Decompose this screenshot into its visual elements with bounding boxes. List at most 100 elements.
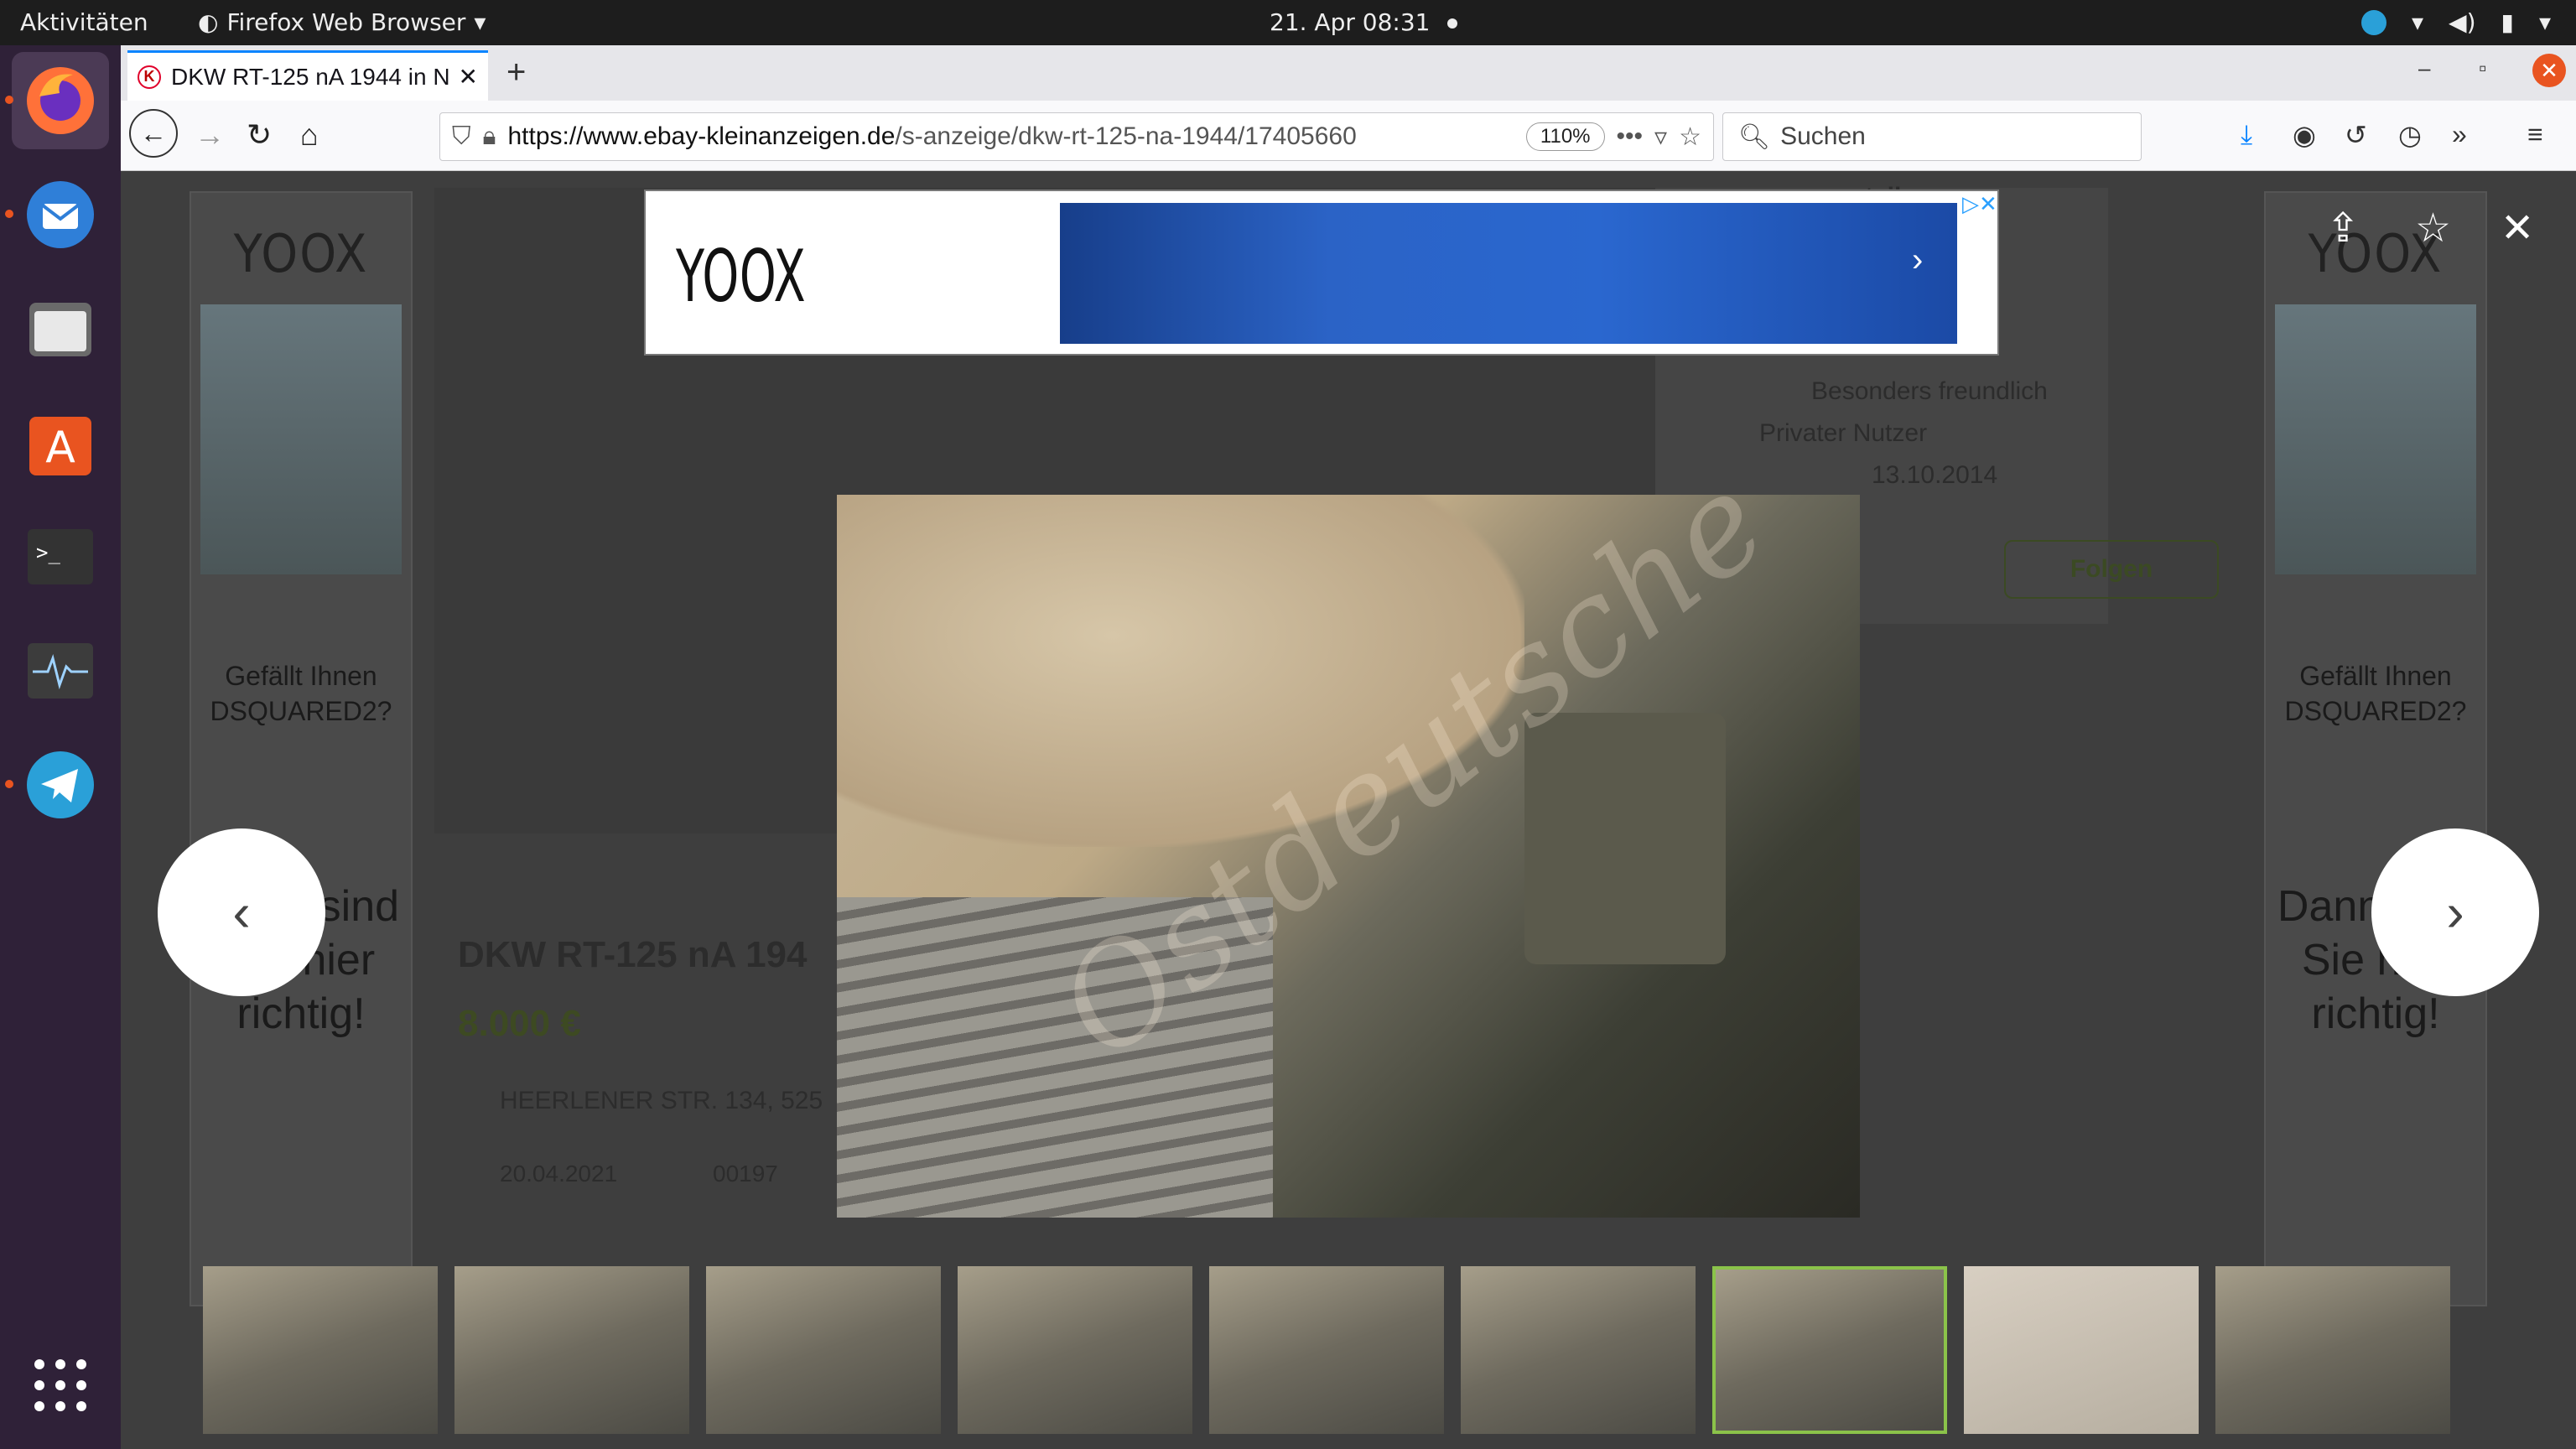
chevron-right-icon: › — [2446, 882, 2464, 943]
thumbnail[interactable] — [2215, 1266, 2450, 1434]
navigation-toolbar: ← → ↻ ⌂ ⛉ 🔒︎ https://www.ebay-kleinanzei… — [121, 101, 2576, 171]
show-applications-icon[interactable] — [12, 1337, 109, 1434]
app-menu[interactable]: ◐ Firefox Web Browser ▾ — [198, 8, 486, 36]
search-bar[interactable]: 🔍︎ Suchen — [1722, 112, 2142, 161]
software-dock-icon[interactable]: A — [12, 394, 109, 491]
ad-brand-logo: YOOX — [676, 235, 807, 319]
volume-icon[interactable]: ◀) — [2449, 8, 2475, 36]
web-page: YOOX Gefällt Ihnen DSQUARED2? Dann sind … — [121, 171, 2576, 1449]
seller-type: Privater Nutzer — [1759, 419, 1928, 447]
tab-bar: K DKW RT-125 nA 1944 in N ✕ + – ▫ ✕ — [121, 45, 2576, 101]
battery-icon[interactable]: ▮ — [2501, 8, 2514, 36]
terminal-dock-icon[interactable]: >_ — [12, 508, 109, 605]
tab-title: DKW RT-125 nA 1944 in N — [171, 63, 449, 90]
listing-title: DKW RT-125 nA 194 — [458, 934, 808, 975]
thunderbird-dock-icon[interactable] — [12, 166, 109, 263]
new-tab-button[interactable]: + — [506, 54, 526, 91]
running-indicator — [5, 96, 13, 104]
shield-icon[interactable]: ⛉ — [452, 122, 471, 151]
tab-active[interactable]: K DKW RT-125 nA 1944 in N ✕ — [127, 50, 488, 101]
pocket-icon[interactable]: ▿ — [1654, 122, 1667, 152]
ad-brand-logo: YOOX — [233, 223, 369, 284]
system-tray[interactable]: ▾ ◀) ▮ ▾ — [2360, 8, 2551, 36]
thumbnail-strip — [203, 1266, 2576, 1437]
ad-question: Gefällt Ihnen DSQUARED2? — [210, 661, 392, 726]
firefox-dock-icon[interactable] — [12, 52, 109, 149]
thumbnail[interactable] — [958, 1266, 1192, 1434]
previous-image-button[interactable]: ‹ — [158, 828, 325, 996]
thumbnail-selected[interactable] — [1712, 1266, 1947, 1434]
thumbnail[interactable] — [1964, 1266, 2199, 1434]
system-top-bar: Aktivitäten ◐ Firefox Web Browser ▾ 21. … — [0, 0, 2576, 45]
svg-text:>_: >_ — [36, 541, 60, 564]
zoom-indicator[interactable]: 110% — [1525, 122, 1605, 151]
notification-dot-icon — [1447, 18, 1457, 29]
clock-icon[interactable]: ◷ — [2398, 119, 2422, 151]
page-actions-icon[interactable]: ••• — [1617, 122, 1644, 151]
listing-views: 00197 — [713, 1161, 778, 1187]
firefox-window: K DKW RT-125 nA 1944 in N ✕ + – ▫ ✕ ← → … — [121, 45, 2576, 1449]
clock[interactable]: 21. Apr 08:31 — [1270, 8, 1430, 36]
maximize-icon[interactable]: ▫ — [2479, 55, 2486, 81]
left-side-ad[interactable]: YOOX Gefällt Ihnen DSQUARED2? Dann sind … — [190, 191, 413, 1306]
thumbnail[interactable] — [454, 1266, 689, 1434]
listing-address: HEERLENER STR. 134, 525 — [500, 1087, 823, 1114]
next-image-button[interactable]: › — [2371, 828, 2539, 996]
files-dock-icon[interactable] — [12, 280, 109, 377]
close-lightbox-icon[interactable]: ✕ — [2501, 205, 2534, 252]
back-icon[interactable]: ← — [129, 109, 178, 158]
url-path: /s-anzeige/dkw-rt-125-na-1944/17405660 — [895, 122, 1357, 150]
follow-button[interactable]: Folgen — [2004, 540, 2219, 599]
thumbnail[interactable] — [706, 1266, 941, 1434]
url-host: https://www.ebay-kleinanzeigen.de — [507, 122, 896, 150]
right-side-ad[interactable]: YOOX Gefällt Ihnen DSQUARED2? Dann sind … — [2264, 191, 2487, 1306]
ad-image — [2275, 304, 2476, 574]
close-tab-icon[interactable]: ✕ — [459, 63, 478, 91]
top-banner-ad[interactable]: YOOX › ▷✕ — [644, 190, 1999, 356]
adchoices-icon[interactable]: ▷✕ — [1962, 191, 1997, 217]
thumbnail[interactable] — [1209, 1266, 1444, 1434]
close-window-icon[interactable]: ✕ — [2532, 54, 2566, 87]
search-placeholder: Suchen — [1780, 122, 1866, 150]
ebay-favicon-icon: K — [138, 65, 161, 89]
telegram-dock-icon[interactable] — [12, 736, 109, 834]
share-icon[interactable]: ⇪ — [2326, 205, 2360, 252]
download-icon[interactable]: ⤓ — [2241, 119, 2252, 151]
firefox-small-icon: ◐ — [198, 8, 219, 36]
member-since: 13.10.2014 — [1872, 461, 1998, 489]
chevron-left-icon: ‹ — [232, 882, 251, 943]
system-monitor-dock-icon[interactable] — [12, 622, 109, 719]
address-bar[interactable]: ⛉ 🔒︎ https://www.ebay-kleinanzeigen.de/s… — [439, 112, 1714, 161]
star-icon[interactable]: ☆ — [2415, 205, 2451, 252]
chevron-down-icon[interactable]: ▾ — [2539, 8, 2551, 36]
lightbox-main-image: Ostdeutsche — [837, 495, 1860, 1218]
activities-button[interactable]: Aktivitäten — [20, 8, 148, 36]
listing-price: 8.000 € — [458, 1003, 581, 1044]
running-indicator — [5, 780, 13, 788]
ad-banner-image — [1060, 203, 1957, 344]
minimize-icon[interactable]: – — [2418, 55, 2430, 81]
ad-question: Gefällt Ihnen DSQUARED2? — [2284, 661, 2467, 726]
forward-icon[interactable]: → — [195, 117, 225, 153]
url-text[interactable]: https://www.ebay-kleinanzeigen.de/s-anze… — [507, 122, 1514, 151]
lock-icon[interactable]: 🔒︎ — [483, 122, 496, 151]
hamburger-menu-icon[interactable]: ≡ — [2527, 119, 2543, 150]
wifi-icon[interactable]: ▾ — [2412, 8, 2423, 36]
dock: A >_ — [0, 45, 121, 1449]
ad-image — [200, 304, 402, 574]
overflow-chevron-icon[interactable]: » — [2452, 119, 2467, 150]
chevron-right-icon[interactable]: › — [1912, 242, 1923, 279]
reload-icon[interactable]: ↻ — [247, 117, 272, 153]
telegram-tray-icon[interactable] — [2360, 9, 2386, 35]
running-indicator — [5, 210, 13, 218]
bookmark-star-icon[interactable]: ☆ — [1679, 122, 1701, 152]
history-back-icon[interactable]: ↺ — [2345, 119, 2367, 151]
app-menu-label: Firefox Web Browser — [226, 8, 466, 36]
thumbnail[interactable] — [203, 1266, 438, 1434]
chevron-down-icon: ▾ — [474, 8, 486, 36]
search-icon: 🔍︎ — [1738, 122, 1771, 151]
account-icon[interactable]: ◉ — [2293, 119, 2316, 151]
home-icon[interactable]: ⌂ — [300, 117, 319, 153]
svg-text:A: A — [45, 423, 75, 473]
thumbnail[interactable] — [1461, 1266, 1696, 1434]
